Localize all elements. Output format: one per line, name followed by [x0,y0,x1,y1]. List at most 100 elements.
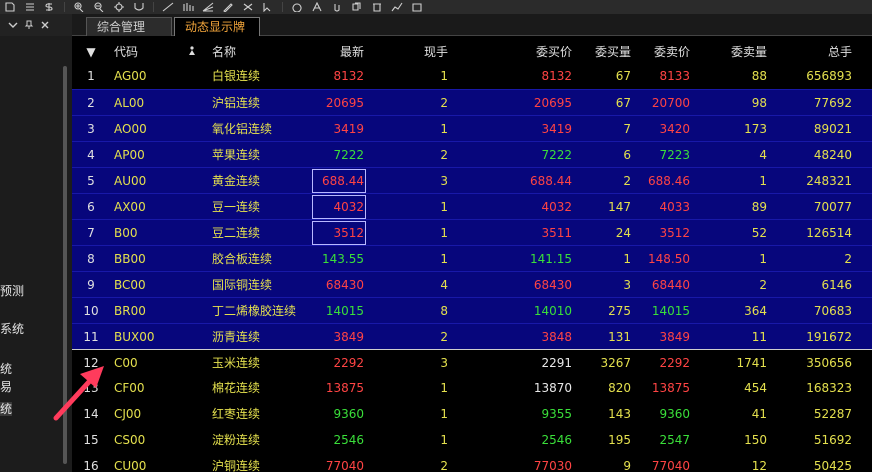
circle-icon[interactable] [291,2,303,12]
page-icon[interactable] [4,2,16,12]
cell-code: B00 [114,226,138,240]
line-icon[interactable] [162,2,174,12]
cell-bid-volume: 1 [623,252,631,266]
cell-name: 胶合板连续 [212,252,273,266]
cell-ask-volume: 2 [759,278,767,292]
cell-total: 248321 [806,174,852,188]
cell-last: 13875 [325,381,364,395]
cell-ask-volume: 4 [759,148,767,162]
zoom-in-icon[interactable] [73,2,85,12]
cell-last: 3849 [333,330,364,344]
zoom-out-icon[interactable] [93,2,105,12]
cell-ask-volume: 52 [751,226,767,240]
header-bid-volume[interactable]: 委买量 [576,37,631,63]
header-total[interactable]: 总手 [782,37,852,63]
table-row[interactable]: 11 BUX00 沥青连续 3849 2 3848 131 3849 11 191672 [72,323,872,349]
left-item[interactable]: 预测 [0,284,24,298]
sort-toggle-icon[interactable]: ▼ [72,37,110,63]
cell-hand: 2 [440,148,448,162]
row-number: 14 [83,407,99,421]
cell-bid-volume: 9 [623,459,631,472]
cell-bid-volume: 147 [608,200,631,214]
list-icon[interactable] [24,2,36,12]
table-row[interactable]: 9 BC00 国际铜连续 68430 4 68430 3 68440 2 6146 [72,271,872,297]
cell-bid: 3511 [541,226,572,240]
table-row[interactable]: 13 CF00 棉花连续 13875 1 13870 820 13875 454 168323 [72,375,872,401]
table-row[interactable]: 1 AG00 白银连续 8132 1 8132 67 8133 88 656893 [72,63,872,89]
left-item[interactable]: 统 [0,362,12,376]
copy-icon[interactable] [351,2,363,12]
left-item[interactable]: 系统 [0,322,24,336]
cell-total: 51692 [813,433,852,447]
cell-bid-volume: 3 [623,278,631,292]
bar-icon[interactable] [182,2,194,12]
cell-code: CS00 [114,433,146,447]
table-row[interactable]: 10 BR00 丁二烯橡胶连续 14015 8 14010 275 14015 364 70683 [72,297,872,323]
toolbar-separator [282,2,283,12]
cell-total: 191672 [806,330,852,344]
grid-header: ▼ 代码 名称 最新 现手 委买价 委买量 委卖价 委卖量 总手 [72,37,872,63]
pencil-icon[interactable] [222,2,234,12]
cell-ask: 68440 [651,278,690,292]
cell-name: 棉花连续 [212,381,261,395]
table-row[interactable]: 6 AX00 豆一连续 4032 1 4032 147 4033 89 70077 [72,193,872,219]
cell-code: AG00 [114,69,147,83]
cell-name: 沪铜连续 [212,459,261,472]
cell-name: 苹果连续 [212,148,261,162]
pin-icon[interactable] [24,20,34,30]
close-icon[interactable] [40,20,50,30]
gear-icon[interactable] [113,2,125,12]
table-row[interactable]: 14 CJ00 红枣连续 9360 1 9355 143 9360 41 52287 [72,401,872,427]
table-row[interactable]: 4 AP00 苹果连续 7222 2 7222 6 7223 4 48240 [72,141,872,167]
magnet-icon[interactable] [133,2,145,12]
scissors-icon[interactable] [242,2,254,12]
cell-ask-volume: 89 [751,200,767,214]
left-item[interactable]: 易 [0,380,12,394]
left-scrollbar[interactable] [63,66,67,464]
header-ask[interactable]: 委卖价 [632,37,690,63]
cell-ask: 20700 [651,96,690,110]
square-icon[interactable] [411,2,423,12]
header-code[interactable]: 代码 [114,37,188,63]
table-row[interactable]: 2 AL00 沪铝连续 20695 2 20695 67 20700 98 77692 [72,89,872,115]
cell-ask-volume: 173 [744,122,767,136]
row-number: 9 [87,278,95,292]
table-row[interactable]: 5 AU00 黄金连续 688.44 3 688.44 2 688.46 1 248321 [72,167,872,193]
tab-dynamic-board[interactable]: 动态显示牌 [174,17,260,36]
tab-overview[interactable]: 综合管理 [86,17,172,36]
cell-ask-volume: 11 [751,330,767,344]
table-row[interactable]: 16 CU00 沪铜连续 77040 2 77030 9 77040 12 50425 [72,453,872,472]
paperclip-icon[interactable] [331,2,343,12]
cell-last: 3419 [333,122,364,136]
fan-icon[interactable] [202,2,214,12]
table-row[interactable]: 3 AO00 氧化铝连续 3419 1 3419 7 3420 173 89021 [72,115,872,141]
header-bid[interactable]: 委买价 [492,37,572,63]
table-row[interactable]: 15 CS00 淀粉连续 2546 1 2546 195 2547 150 51692 [72,427,872,453]
chevron-down-icon[interactable] [8,20,18,30]
chart-icon[interactable] [391,2,403,12]
header-last[interactable]: 最新 [312,37,364,63]
header-ask-volume[interactable]: 委卖量 [712,37,767,63]
header-hand[interactable]: 现手 [392,37,448,63]
row-number: 7 [87,226,95,240]
row-number: 8 [87,252,95,266]
table-row[interactable]: 8 BB00 胶合板连续 143.55 1 141.15 1 148.50 1 2 [72,245,872,271]
left-item-selected[interactable]: 统 [0,402,13,416]
cell-ask: 2292 [659,356,690,370]
cursor-icon[interactable] [262,2,274,12]
table-row[interactable]: 7 B00 豆二连续 3512 1 3511 24 3512 52 126514 [72,219,872,245]
trash-icon[interactable] [371,2,383,12]
cell-ask-volume: 98 [751,96,767,110]
cell-bid: 20695 [533,96,572,110]
text-icon[interactable] [311,2,323,12]
dollar-icon[interactable] [44,2,56,12]
cell-hand: 1 [440,252,448,266]
cell-last: 20695 [325,96,364,110]
toolbar-separator [153,2,154,12]
cell-name: 丁二烯橡胶连续 [212,304,297,318]
cell-total: 6146 [821,278,852,292]
cell-bid-volume: 195 [608,433,631,447]
cell-last: 7222 [333,148,364,162]
header-name[interactable]: 名称 [212,37,322,63]
table-row[interactable]: 12 C00 玉米连续 2292 3 2291 3267 2292 1741 350656 [72,349,872,375]
